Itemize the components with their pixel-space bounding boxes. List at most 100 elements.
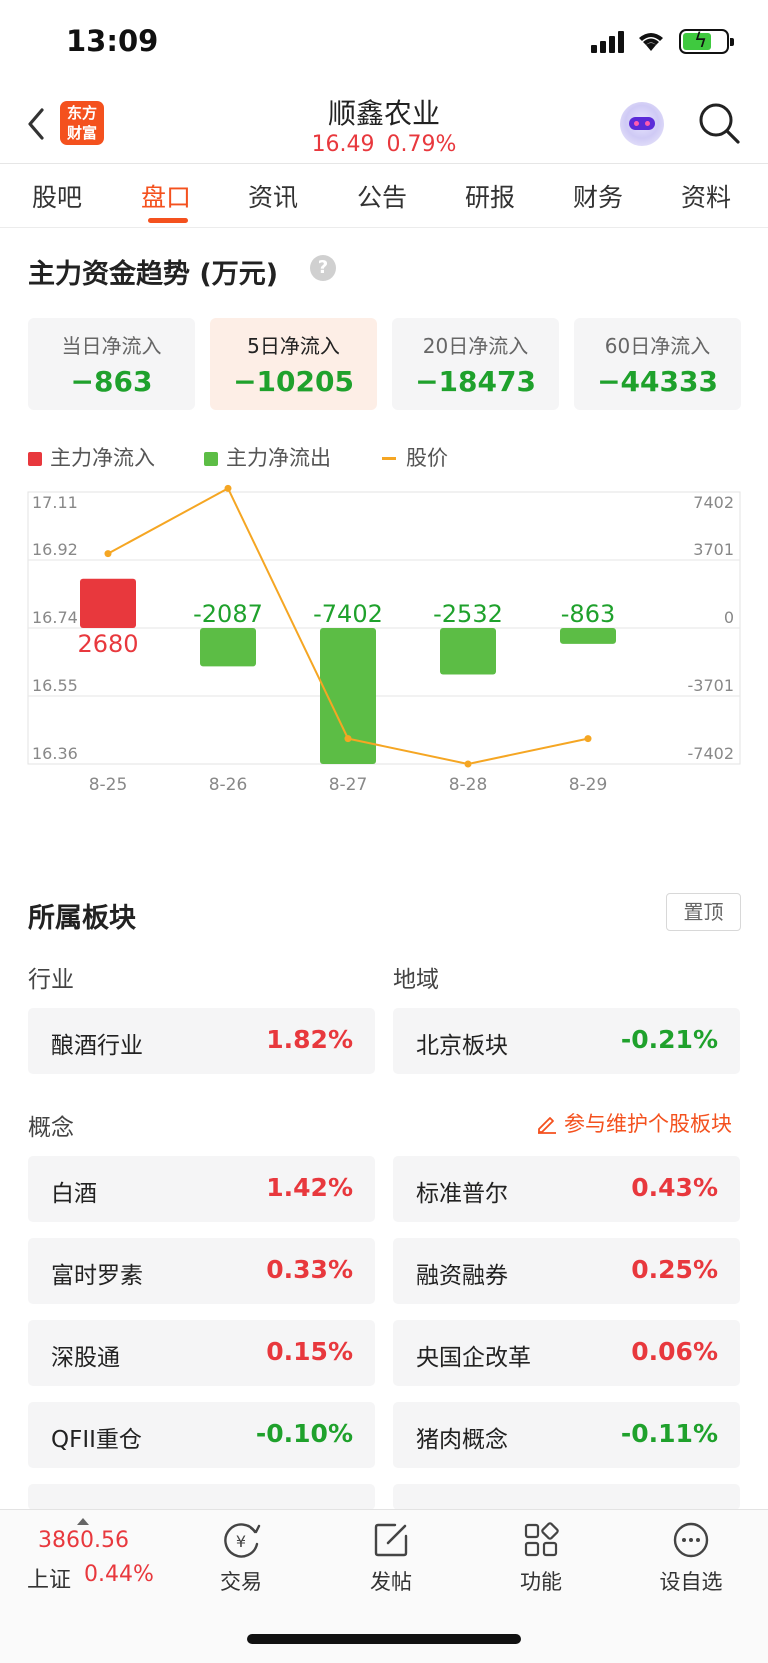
flow-bar-label: 2680 — [77, 630, 138, 658]
concept-block[interactable]: 融资融券 0.25% — [393, 1238, 740, 1304]
expand-caret-icon[interactable] — [77, 1518, 89, 1525]
tab-guba[interactable]: 股吧 — [32, 178, 82, 214]
price-point — [584, 735, 592, 743]
concept-block[interactable]: 白酒 1.42% — [28, 1156, 375, 1222]
sector-name: 富时罗素 — [51, 1263, 143, 1289]
sector-name: 酿酒行业 — [51, 1033, 143, 1059]
concept-block[interactable]: 猪肉概念 -0.11% — [393, 1402, 740, 1468]
right-axis-tick: -3701 — [688, 676, 735, 695]
sector-pct: 1.82% — [266, 1025, 353, 1054]
legend-outflow-swatch — [204, 452, 218, 466]
app-header: 东方 财富 顺鑫农业 16.49 0.79% — [0, 84, 768, 164]
index-change-pct[interactable]: 0.44% — [84, 1562, 154, 1587]
sector-name: 白酒 — [51, 1181, 97, 1207]
sector-name: 北京板块 — [416, 1033, 508, 1059]
pin-top-button[interactable]: 置顶 — [666, 893, 741, 931]
nav-add-watchlist[interactable]: 设自选 — [641, 1520, 741, 1596]
concept-block[interactable]: 富时罗素 0.33% — [28, 1238, 375, 1304]
x-axis-tick: 8-28 — [449, 775, 488, 795]
tab-research[interactable]: 研报 — [465, 178, 515, 214]
right-axis-tick: 7402 — [693, 493, 734, 512]
concept-block-partial[interactable] — [393, 1484, 740, 1510]
svg-text:¥: ¥ — [236, 1532, 246, 1551]
flow-card-value: −863 — [70, 365, 153, 398]
left-axis-tick: 16.36 — [32, 744, 78, 763]
region-label: 地域 — [393, 967, 439, 993]
right-axis-tick: 0 — [724, 608, 734, 627]
flow-bar — [200, 628, 256, 667]
sector-pct: 1.42% — [266, 1173, 353, 1202]
nav-functions[interactable]: 功能 — [491, 1520, 591, 1596]
fund-trend-title: 主力资金趋势 (万元) — [28, 259, 279, 290]
sectors-title: 所属板块 — [28, 903, 136, 934]
sector-pct: 0.06% — [631, 1337, 718, 1366]
flow-card-label: 5日净流入 — [247, 334, 340, 358]
sector-pct: -0.10% — [255, 1419, 353, 1448]
wifi-icon — [639, 33, 663, 51]
tab-finance[interactable]: 财务 — [573, 178, 623, 214]
sector-pct: 0.25% — [631, 1255, 718, 1284]
tab-news[interactable]: 资讯 — [248, 178, 298, 214]
flow-card-label: 当日净流入 — [61, 334, 162, 358]
sector-name: 融资融券 — [416, 1263, 508, 1289]
sector-pct: 0.43% — [631, 1173, 718, 1202]
sector-pct: -0.11% — [620, 1419, 718, 1448]
tab-pankou[interactable]: 盘口 — [141, 178, 191, 214]
search-icon[interactable] — [696, 100, 742, 146]
sector-name: QFII重仓 — [51, 1427, 142, 1453]
x-axis-tick: 8-29 — [569, 775, 608, 795]
tab-announcements[interactable]: 公告 — [357, 178, 407, 214]
maintain-sectors-link[interactable]: 参与维护个股板块 — [536, 1108, 732, 1138]
tab-profile[interactable]: 资料 — [681, 178, 731, 214]
left-axis-tick: 16.74 — [32, 608, 78, 627]
trade-yen-icon: ¥ — [224, 1523, 261, 1558]
flow-bar — [440, 628, 496, 675]
sector-name: 猪肉概念 — [416, 1427, 508, 1453]
flow-card-value: −18473 — [415, 365, 536, 398]
ai-assistant-robot-icon[interactable] — [620, 102, 664, 146]
flow-bar-label: -2087 — [193, 600, 263, 628]
legend-inflow: 主力净流入 — [28, 442, 155, 472]
sector-block-industry[interactable]: 酿酒行业 1.82% — [28, 1008, 375, 1074]
price-point — [344, 735, 352, 743]
price-point — [464, 760, 472, 768]
flow-card-value: −10205 — [233, 365, 354, 398]
nav-trade[interactable]: ¥ 交易 — [191, 1520, 291, 1596]
post-edit-icon — [374, 1523, 408, 1557]
nav-post[interactable]: 发帖 — [341, 1520, 441, 1596]
flow-card-20day[interactable]: 20日净流入 −18473 — [392, 318, 559, 410]
legend-price: 股价 — [382, 442, 448, 472]
sector-name: 标准普尔 — [416, 1181, 508, 1207]
concept-block-partial[interactable] — [28, 1484, 375, 1510]
help-icon[interactable]: ? — [310, 255, 336, 281]
flow-card-60day[interactable]: 60日净流入 −44333 — [574, 318, 741, 410]
x-axis-tick: 8-25 — [89, 775, 128, 795]
flow-card-today[interactable]: 当日净流入 −863 — [28, 318, 195, 410]
concept-block[interactable]: 标准普尔 0.43% — [393, 1156, 740, 1222]
sector-block-region[interactable]: 北京板块 -0.21% — [393, 1008, 740, 1074]
flow-bar — [560, 628, 616, 644]
more-dots-icon — [673, 1522, 709, 1558]
right-axis-tick: -7402 — [688, 744, 735, 763]
legend-outflow: 主力净流出 — [204, 442, 331, 472]
flow-card-label: 20日净流入 — [422, 334, 529, 358]
flow-card-value: −44333 — [597, 365, 718, 398]
sector-name: 央国企改革 — [416, 1345, 531, 1371]
flow-bar-label: -7402 — [313, 600, 383, 628]
index-value[interactable]: 3860.56 — [38, 1528, 129, 1553]
concept-block[interactable]: 央国企改革 0.06% — [393, 1320, 740, 1386]
edit-pencil-icon — [538, 1117, 556, 1134]
concept-block[interactable]: 深股通 0.15% — [28, 1320, 375, 1386]
legend-inflow-swatch — [28, 452, 42, 466]
fund-flow-chart: 17.11 16.92 16.74 16.55 16.36 7402 3701 0 -3701 -… — [27, 484, 741, 795]
flow-card-5day[interactable]: 5日净流入 −10205 — [210, 318, 377, 410]
flow-bar-label: -2532 — [433, 600, 503, 628]
home-indicator — [247, 1634, 521, 1644]
status-time: 13:09 — [66, 24, 159, 58]
left-axis-tick: 16.92 — [32, 540, 78, 559]
flow-bar — [80, 578, 136, 628]
x-axis-tick: 8-26 — [209, 775, 248, 795]
concept-block[interactable]: QFII重仓 -0.10% — [28, 1402, 375, 1468]
index-name[interactable]: 上证 — [27, 1562, 71, 1594]
price-point — [104, 550, 112, 558]
